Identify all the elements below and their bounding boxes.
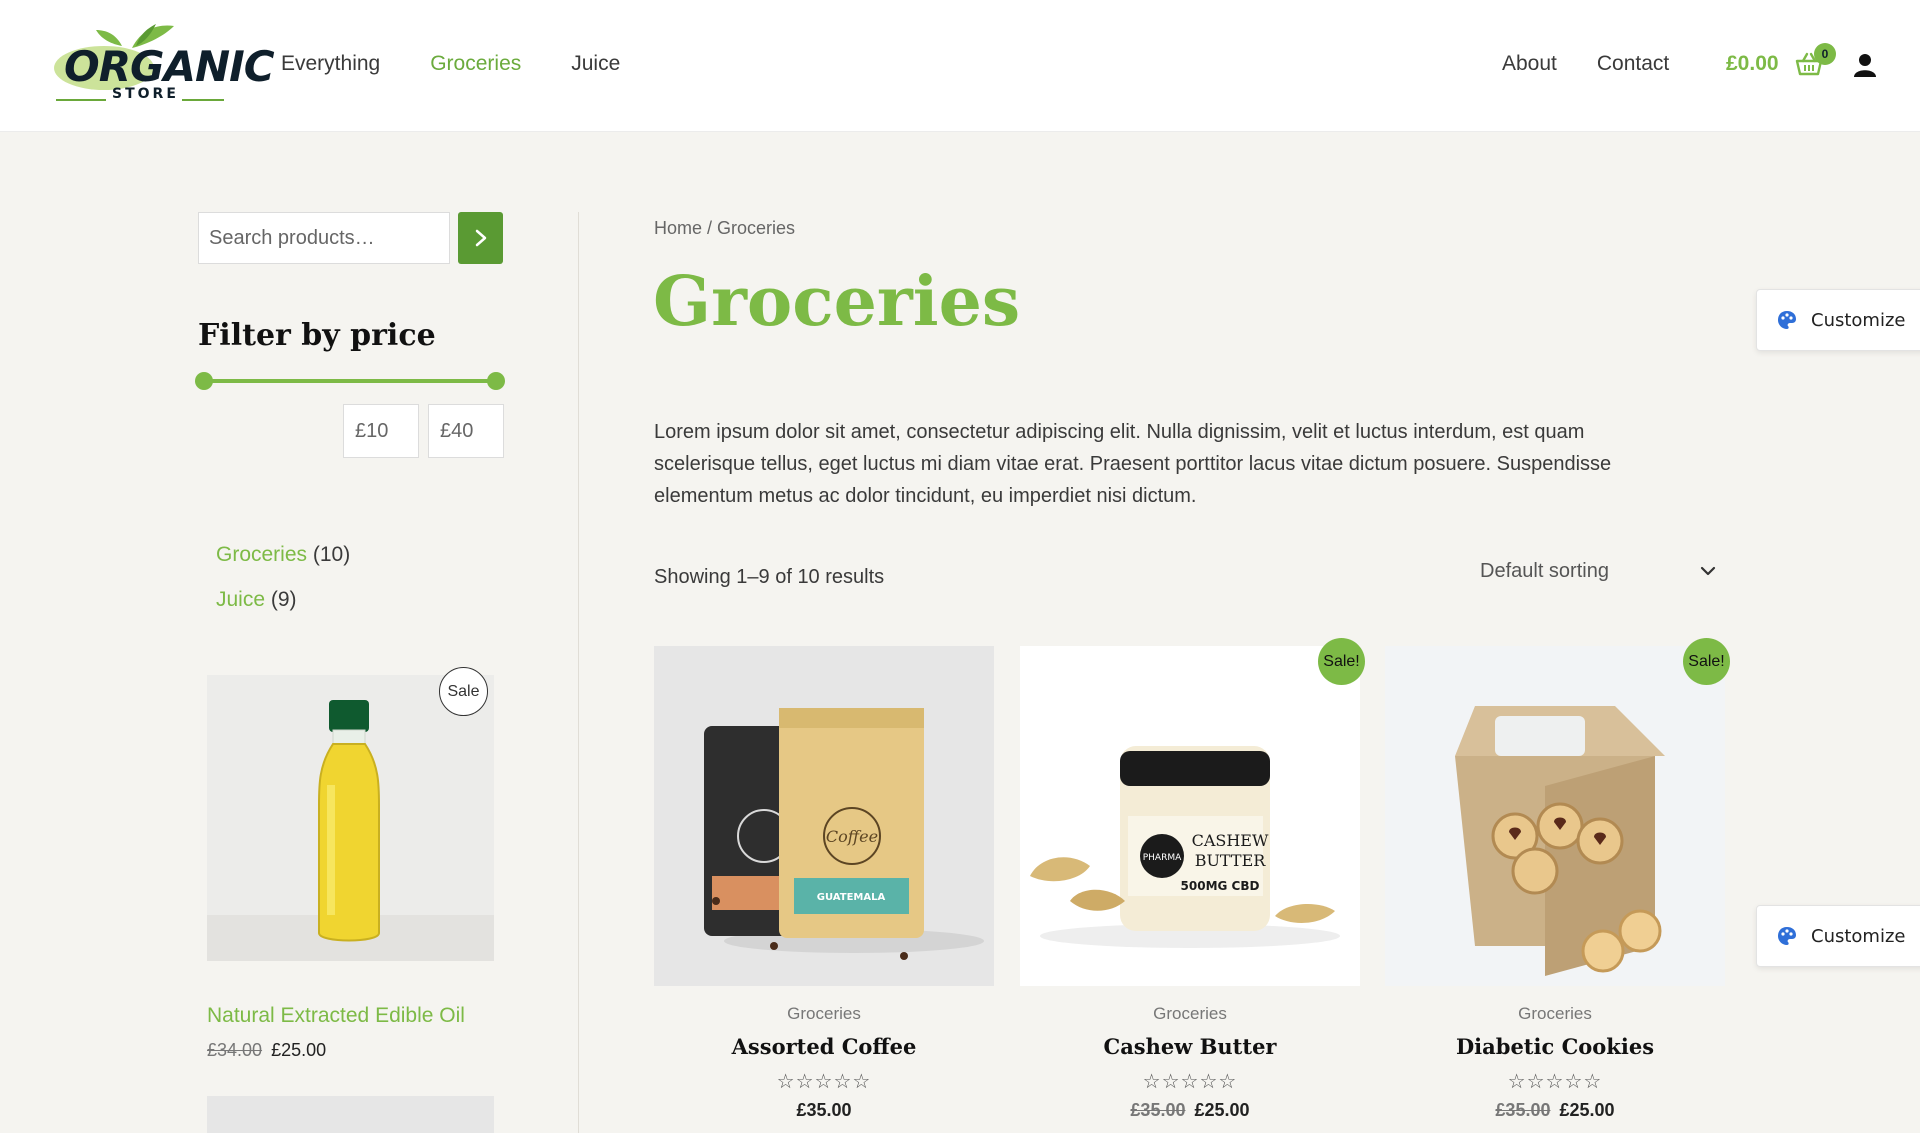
product-category[interactable]: Groceries (1020, 1004, 1360, 1024)
old-price: £35.00 (1495, 1100, 1551, 1120)
sort-label: Default sorting (1480, 560, 1609, 582)
customize-label: Customize (1811, 925, 1906, 947)
coffee-bag-brand: Coffee (826, 827, 878, 846)
product-card[interactable]: Coffee GUATEMALA Groceries Assorted Coff… (654, 646, 994, 1121)
filter-by-price-title: Filter by price (198, 318, 436, 353)
product-name[interactable]: Cashew Butter (1020, 1034, 1360, 1059)
product-category[interactable]: Groceries (1385, 1004, 1725, 1024)
price-min-field[interactable]: £10 (343, 404, 419, 458)
logo-underline-right (182, 99, 224, 101)
sale-badge: Sale! (1683, 638, 1730, 685)
cashew-jar-image: PHARMA CASHEW BUTTER 500MG CBD (1020, 646, 1360, 986)
coffee-bags-image: Coffee GUATEMALA (654, 646, 994, 986)
logo-text: ORGANIC (64, 42, 275, 91)
logo[interactable]: ORGANIC STORE (44, 18, 275, 108)
user-icon[interactable] (1852, 52, 1878, 78)
category-link-groceries[interactable]: Groceries (216, 543, 307, 566)
jar-label-line-1: CASHEW (1192, 831, 1269, 850)
product-price: £35.00 £25.00 (1020, 1100, 1360, 1121)
cookie-box-image (1385, 646, 1725, 986)
sale-badge: Sale! (1318, 638, 1365, 685)
palette-icon (1778, 927, 1796, 945)
logo-underline-left (56, 99, 106, 101)
old-price: £34.00 (207, 1040, 263, 1060)
price-slider-max-handle[interactable] (487, 372, 505, 390)
nav-juice[interactable]: Juice (571, 52, 620, 76)
site-header: ORGANIC STORE Everything Groceries Juice… (0, 0, 1920, 132)
product-price: £35.00 £25.00 (1385, 1100, 1725, 1121)
product-card[interactable]: PHARMA CASHEW BUTTER 500MG CBD Groceries… (1020, 646, 1360, 1121)
product-category[interactable]: Groceries (654, 1004, 994, 1024)
product-name[interactable]: Diabetic Cookies (1385, 1034, 1725, 1059)
product-card[interactable]: Groceries Diabetic Cookies ☆☆☆☆☆ £35.00 … (1385, 646, 1725, 1121)
chevron-right-icon (475, 229, 486, 247)
product-image[interactable]: PHARMA CASHEW BUTTER 500MG CBD (1020, 646, 1360, 986)
product-price: £35.00 (654, 1100, 994, 1121)
category-description: Lorem ipsum dolor sit amet, consectetur … (654, 421, 1612, 507)
chevron-down-icon (1700, 566, 1716, 576)
result-count: Showing 1–9 of 10 results (654, 566, 885, 588)
price-max-field[interactable]: £40 (428, 404, 504, 458)
customize-button[interactable]: Customize (1756, 905, 1920, 967)
logo-subtext: STORE (112, 86, 179, 102)
price-slider-track[interactable] (204, 379, 496, 383)
search-button[interactable] (458, 212, 503, 264)
jar-label-line-3: 500MG CBD (1181, 879, 1260, 893)
star-rating: ☆☆☆☆☆ (1142, 1071, 1238, 1093)
nav-everything[interactable]: Everything (281, 52, 380, 76)
price-slider-min-handle[interactable] (195, 372, 213, 390)
nav-groceries[interactable]: Groceries (430, 52, 521, 76)
coffee-bag-origin: GUATEMALA (817, 892, 886, 903)
palette-icon (1778, 311, 1796, 329)
page-title: Groceries (653, 262, 1021, 342)
product-name[interactable]: Assorted Coffee (654, 1034, 994, 1059)
featured-product-image-2[interactable] (207, 1096, 494, 1133)
featured-product-price: £34.00 £25.00 (207, 1040, 326, 1061)
star-rating: ☆☆☆☆☆ (776, 1071, 872, 1093)
jar-label-line-2: BUTTER (1195, 851, 1267, 870)
category-juice: Juice (9) (216, 588, 297, 612)
old-price: £35.00 (1130, 1100, 1186, 1120)
product-image[interactable] (1385, 646, 1725, 986)
featured-product-image[interactable] (207, 675, 494, 961)
search-input[interactable] (198, 212, 450, 264)
sale-price: £25.00 (271, 1040, 327, 1060)
cart-count-badge: 0 (1814, 43, 1836, 65)
star-rating: ☆☆☆☆☆ (1507, 1071, 1603, 1093)
cart-total[interactable]: £0.00 (1726, 52, 1779, 76)
sale-badge: Sale (439, 667, 488, 716)
main-nav: Everything Groceries Juice (281, 52, 620, 76)
customize-button[interactable]: Customize (1756, 289, 1920, 351)
category-link-juice[interactable]: Juice (216, 588, 265, 611)
sale-price: £25.00 (1194, 1100, 1250, 1120)
category-groceries: Groceries (10) (216, 543, 350, 567)
breadcrumb[interactable]: Home / Groceries (654, 218, 795, 239)
sort-dropdown[interactable]: Default sorting (1480, 556, 1722, 590)
category-count: (9) (270, 588, 297, 611)
secondary-nav: About Contact (1502, 52, 1669, 76)
featured-product-name[interactable]: Natural Extracted Edible Oil (207, 1004, 465, 1028)
customize-label: Customize (1811, 309, 1906, 331)
category-count: (10) (312, 543, 351, 566)
jar-brand: PHARMA (1143, 853, 1182, 863)
sale-price: £25.00 (1559, 1100, 1615, 1120)
oil-bottle-image (207, 675, 494, 961)
product-image[interactable]: Coffee GUATEMALA (654, 646, 994, 986)
sidebar-divider (578, 212, 579, 1133)
price: £35.00 (796, 1100, 852, 1120)
nav-contact[interactable]: Contact (1597, 52, 1669, 76)
nav-about[interactable]: About (1502, 52, 1557, 76)
